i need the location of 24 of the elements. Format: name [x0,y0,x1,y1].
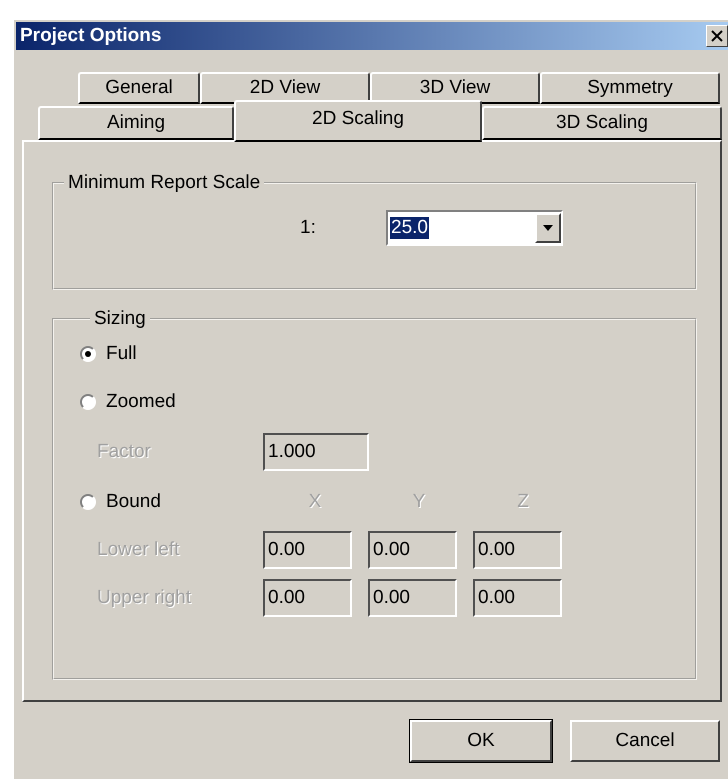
close-icon [711,30,723,42]
window-title: Project Options [20,25,162,47]
close-button[interactable] [706,25,728,47]
scale-label: 1: [300,217,317,239]
radio-button[interactable] [80,394,96,410]
tab[interactable]: Aiming [38,106,234,140]
radio-label: Full [106,343,137,365]
group-title: Sizing [93,308,147,330]
scale-dropdown[interactable]: 25.0 [386,210,563,246]
radio-button[interactable] [80,494,96,510]
caret-icon [543,225,553,231]
tab[interactable]: General [78,72,200,104]
radio-label: Bound [106,491,161,513]
tab[interactable]: 3D View [370,72,540,104]
dialog-button[interactable]: Cancel [570,720,720,762]
tab[interactable]: 2D View [200,72,370,104]
tab[interactable]: 3D Scaling [482,106,722,140]
radio-button[interactable] [80,346,96,362]
tab[interactable]: Symmetry [540,72,720,104]
group-title: Minimum Report Scale [67,172,262,194]
tab[interactable]: 2D Scaling [234,100,482,142]
dialog-button[interactable]: OK [410,720,552,762]
dropdown-button[interactable] [535,213,561,243]
radio-label: Zoomed [106,391,176,413]
